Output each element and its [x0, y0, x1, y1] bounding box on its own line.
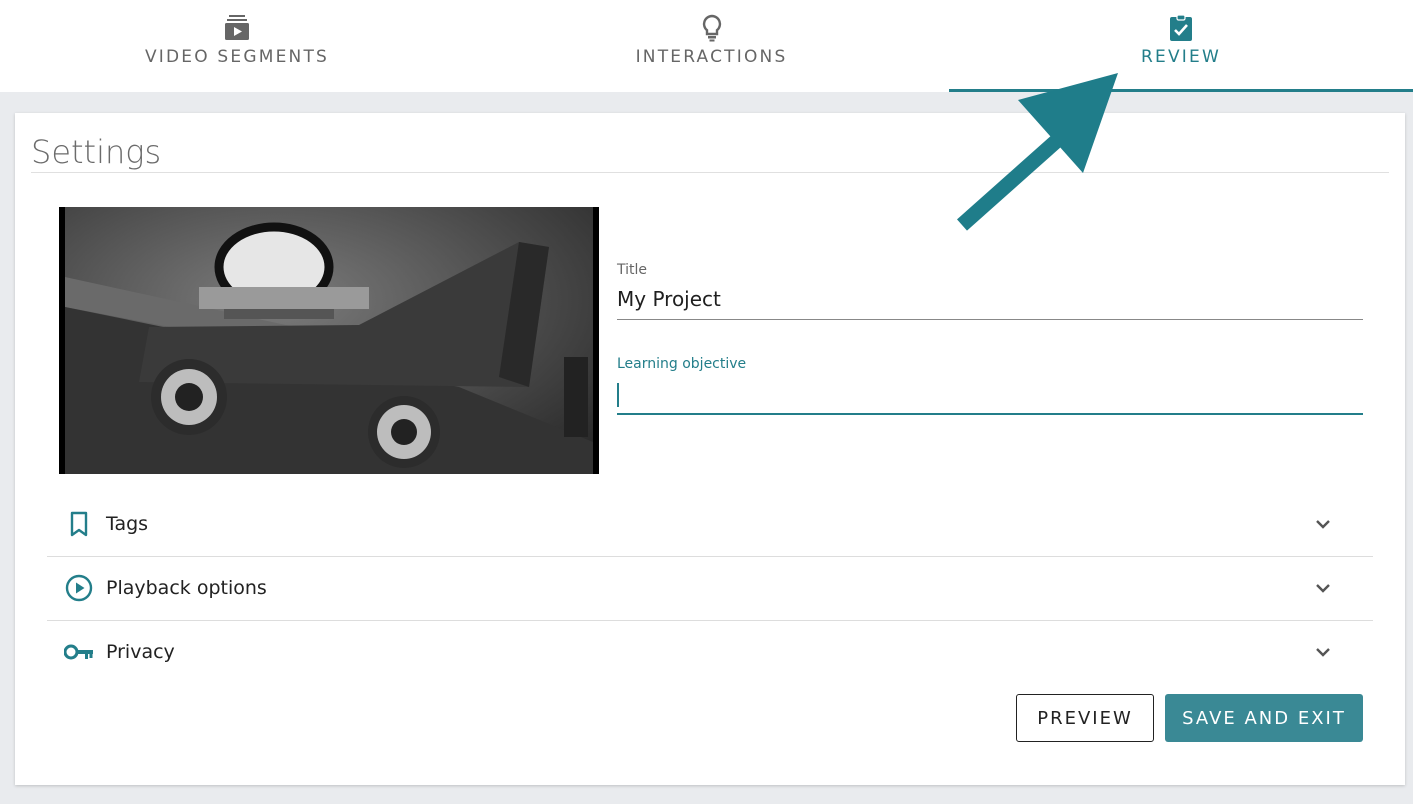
tab-bar: VIDEO SEGMENTS INTERACTIONS REVIEW	[0, 0, 1413, 92]
title-field[interactable]: Title My Project	[617, 262, 1363, 320]
play-circle-icon	[64, 573, 94, 603]
page-title: Settings	[31, 133, 162, 171]
learning-objective-label: Learning objective	[617, 356, 747, 372]
video-thumbnail	[59, 207, 599, 474]
tab-label: VIDEO SEGMENTS	[144, 47, 330, 67]
divider	[31, 172, 1389, 173]
preview-button[interactable]: PREVIEW	[1016, 694, 1154, 742]
accordion-label: Tags	[106, 513, 149, 535]
clipboard-check-icon	[1165, 12, 1197, 44]
lightbulb-icon	[696, 12, 728, 44]
tab-label: INTERACTIONS	[635, 47, 788, 67]
learning-objective-input[interactable]	[617, 381, 1363, 409]
tab-label: REVIEW	[1141, 47, 1221, 67]
video-segments-icon	[221, 12, 253, 44]
accordion-label: Privacy	[106, 641, 175, 663]
chevron-down-icon[interactable]	[1311, 640, 1335, 664]
tab-video-segments[interactable]: VIDEO SEGMENTS	[0, 0, 474, 92]
accordion-privacy[interactable]: Privacy	[47, 620, 1373, 684]
chevron-down-icon[interactable]	[1311, 576, 1335, 600]
save-and-exit-button[interactable]: SAVE AND EXIT	[1165, 694, 1363, 742]
chevron-down-icon[interactable]	[1311, 512, 1335, 536]
title-input[interactable]: My Project	[617, 287, 1363, 315]
title-underline	[617, 319, 1363, 320]
learning-objective-field[interactable]: Learning objective	[617, 356, 1363, 415]
settings-card: Settings Title My Project Learning objec…	[15, 113, 1405, 785]
accordion-playback-options[interactable]: Playback options	[47, 556, 1373, 620]
title-field-label: Title	[617, 262, 648, 278]
accordion-tags[interactable]: Tags	[47, 492, 1373, 556]
key-icon	[64, 637, 94, 667]
bookmark-icon	[64, 509, 94, 539]
text-caret	[617, 382, 619, 407]
learning-objective-underline	[617, 413, 1363, 415]
accordion-label: Playback options	[106, 577, 267, 599]
tab-review[interactable]: REVIEW	[949, 0, 1413, 92]
tab-interactions[interactable]: INTERACTIONS	[474, 0, 949, 92]
